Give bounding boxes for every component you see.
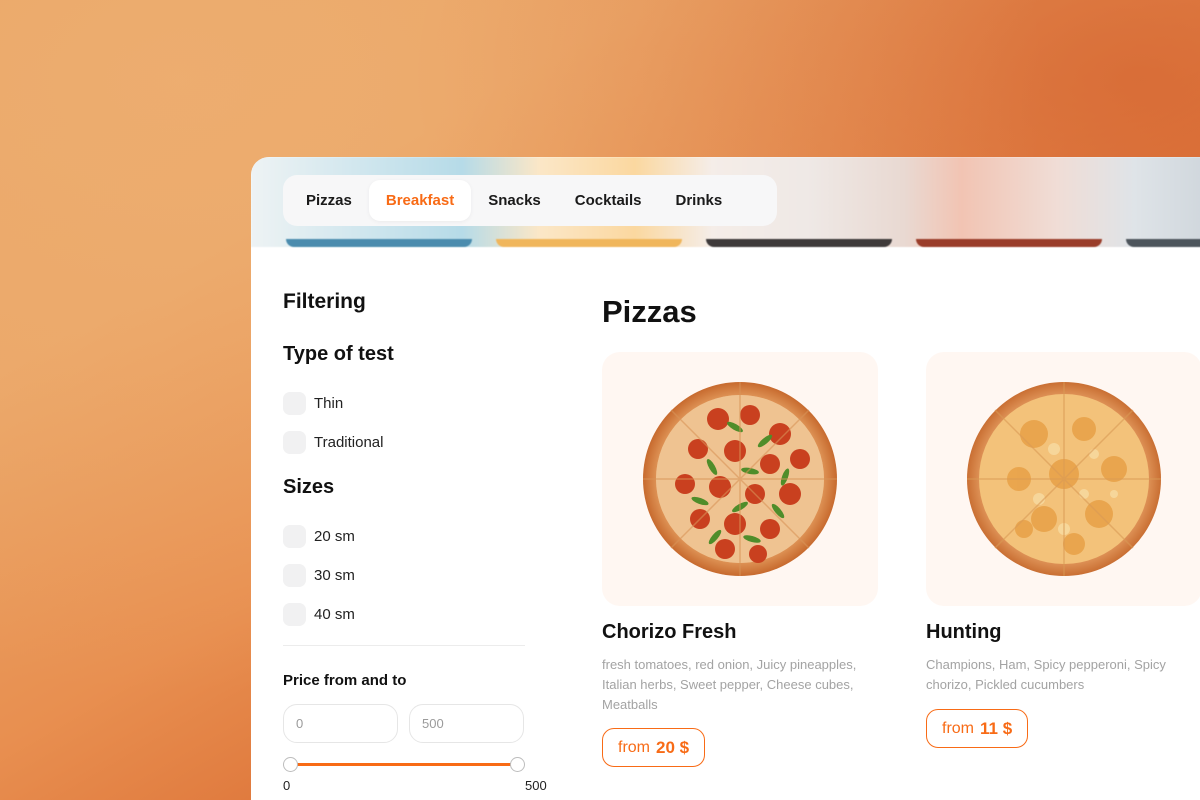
filter-divider [283,645,525,646]
price-prefix: from [618,738,650,756]
product-image[interactable] [926,352,1200,606]
product-description: fresh tomatoes, red onion, Juicy pineapp… [602,657,857,712]
checkbox-label: 30 sm [314,566,355,584]
banner-image-3 [706,239,892,247]
banner-image-5 [1126,239,1200,247]
checkbox-box[interactable] [283,430,306,454]
product-price-button[interactable]: from 20 $ [602,728,706,767]
banner-image-4 [916,239,1102,247]
size-group-title: Sizes [283,476,335,498]
category-tabs: Pizzas Breakfast Snacks Cocktails Drinks [283,175,777,226]
checkbox-30sm[interactable]: 30 sm [283,563,355,587]
checkbox-20sm[interactable]: 20 sm [283,524,355,548]
slider-min-label: 0 [283,778,291,793]
price-slider-track[interactable] [289,763,517,766]
price-slider-min-handle[interactable] [283,757,298,772]
checkbox-box[interactable] [283,563,306,587]
product-name: Chorizo Fresh [602,621,737,643]
slider-max-label: 500 [525,778,547,793]
section-title: Pizzas [602,294,697,329]
price-range-title: Price from and to [283,672,407,689]
tab-snacks[interactable]: Snacks [471,180,558,221]
checkbox-label: Thin [314,394,344,412]
filter-title: Filtering [283,290,366,313]
product-card[interactable]: Hunting Champions, Ham, Spicy pepperoni,… [926,352,1200,748]
tab-breakfast[interactable]: Breakfast [368,180,472,221]
banner-image-1 [286,239,472,247]
banner-image-2 [496,239,682,247]
pizza-image [967,382,1161,576]
price-value: 20 $ [656,737,690,757]
checkbox-40sm[interactable]: 40 sm [283,602,355,626]
price-slider-max-handle[interactable] [510,757,525,772]
checkbox-traditional[interactable]: Traditional [283,430,383,454]
checkbox-thin[interactable]: Thin [283,391,343,415]
tab-drinks[interactable]: Drinks [658,180,739,221]
price-prefix: from [942,719,974,737]
product-card[interactable]: Chorizo Fresh fresh tomatoes, red onion,… [602,352,878,767]
price-value: 11 $ [980,718,1013,738]
checkbox-box[interactable] [283,524,306,548]
checkbox-label: 20 sm [314,527,355,545]
checkbox-label: Traditional [314,433,384,451]
type-group-title: Type of test [283,343,394,365]
pizza-image [643,382,837,576]
product-name: Hunting [926,621,1002,643]
checkbox-label: 40 sm [314,605,355,623]
checkbox-box[interactable] [283,602,306,626]
price-from-input[interactable]: 0 [283,704,398,743]
product-image[interactable] [602,352,878,606]
product-price-button[interactable]: from 11 $ [926,709,1029,748]
tab-pizzas[interactable]: Pizzas [289,180,369,221]
product-description: Champions, Ham, Spicy pepperoni, Spicy c… [926,657,1166,692]
price-to-input[interactable]: 500 [409,704,524,743]
app-window: Pizzas Breakfast Snacks Cocktails Drinks… [251,157,1200,800]
checkbox-box[interactable] [283,391,306,415]
tab-cocktails[interactable]: Cocktails [558,180,659,221]
